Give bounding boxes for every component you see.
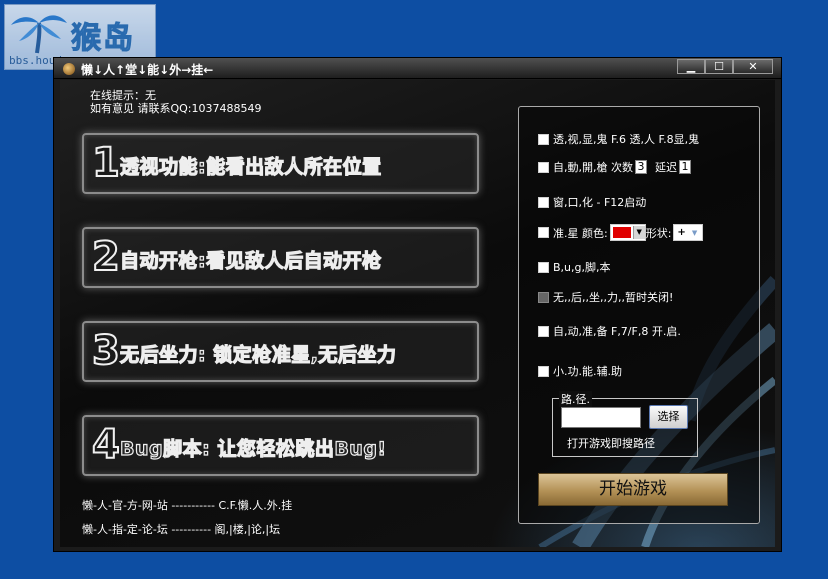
feature-card-wallhack: 1 透视功能:能看出敌人所在位置: [82, 133, 479, 194]
option-label: 窗,口,化 - F12启动: [553, 196, 647, 209]
small-tools-checkbox[interactable]: [538, 365, 549, 377]
maximize-button[interactable]: ☐: [705, 59, 733, 74]
chevron-down-icon: ▼: [691, 228, 698, 237]
shape-label: 形状:: [645, 226, 672, 240]
title-bar[interactable]: 懒↓人↑堂↓能↓外→挂← ▁ ☐ ✕: [54, 58, 781, 79]
option-auto-ready[interactable]: 自,动,准,备 F,7/F,8 开.启.: [538, 323, 681, 339]
option-label: 自,动,准,备 F,7/F,8 开.启.: [553, 325, 681, 338]
official-site-link[interactable]: 懒-人-官-方-网-站 ----------- C.F.懒.人.外.挂: [82, 497, 292, 513]
option-label: 无,,后,,坐,,力,,暂时关闭!: [553, 291, 674, 304]
feature-text: 透视功能:能看出敌人所在位置: [119, 155, 382, 178]
crosshair-checkbox[interactable]: [538, 227, 549, 238]
online-notice: 在线提示：无 如有意见 请联系QQ:1037488549: [90, 89, 262, 115]
feature-card-autofire: 2 自动开枪:看见敌人后自动开枪: [82, 227, 479, 288]
windowed-checkbox[interactable]: [538, 196, 549, 208]
watermark-brand: 猴岛: [71, 21, 135, 57]
feature-number: 4: [91, 422, 121, 468]
shape-value: +: [677, 227, 686, 238]
option-label: B,u,g,脚,本: [553, 261, 611, 274]
option-crosshair[interactable]: 准.星 颜色: ▼ 形状: + ▼: [538, 224, 704, 241]
crosshair-shape-select[interactable]: + ▼: [673, 224, 704, 241]
client-area: 在线提示：无 如有意见 请联系QQ:1037488549 1 透视功能:能看出敌…: [60, 80, 775, 547]
app-icon: [63, 63, 75, 75]
feature-text: Bug脚本: 让您轻松跳出Bug!: [119, 437, 387, 460]
close-button[interactable]: ✕: [733, 59, 773, 74]
feature-card-bugscript: 4 Bug脚本: 让您轻松跳出Bug!: [82, 415, 479, 476]
option-label: 小.功.能.辅.助: [553, 365, 622, 378]
path-group: 路.径. 选择 打开游戏即搜路径: [552, 391, 698, 457]
options-panel: 透,视,显,鬼 F.6 透,人 F.8显,鬼 自,動,開,槍 次数 3 延迟 1…: [518, 106, 760, 524]
notice-line-2: 如有意见 请联系QQ:1037488549: [90, 102, 262, 115]
option-norecoil: 无,,后,,坐,,力,,暂时关闭!: [538, 289, 673, 305]
option-small-tools[interactable]: 小.功.能.辅.助: [538, 363, 622, 379]
crosshair-color-select[interactable]: ▼: [609, 224, 646, 241]
fire-count-input[interactable]: 3: [635, 160, 647, 174]
option-label: 准.星 颜色:: [553, 226, 608, 240]
notice-line-1: 在线提示：无: [90, 89, 156, 102]
start-game-button[interactable]: 开始游戏: [538, 473, 728, 506]
option-autofire[interactable]: 自,動,開,槍 次数 3 延迟 1: [538, 159, 693, 175]
option-label: 透,视,显,鬼 F.6 透,人 F.8显,鬼: [553, 133, 700, 146]
path-hint: 打开游戏即搜路径: [567, 437, 655, 450]
wallhack-checkbox[interactable]: [538, 133, 549, 145]
auto-ready-checkbox[interactable]: [538, 325, 549, 337]
game-path-input[interactable]: [561, 407, 641, 428]
option-wallhack[interactable]: 透,视,显,鬼 F.6 透,人 F.8显,鬼: [538, 131, 699, 147]
path-legend: 路.径.: [559, 391, 592, 407]
feature-number: 2: [91, 234, 121, 280]
browse-button[interactable]: 选择: [649, 405, 688, 429]
delay-label: 延迟: [655, 161, 677, 174]
forum-link[interactable]: 懒-人-指-定-论-坛 ---------- 阁,|楼,|论,|坛: [82, 521, 280, 537]
app-window: 懒↓人↑堂↓能↓外→挂← ▁ ☐ ✕ 在线提示：无 如有意见 请联系QQ:103…: [53, 57, 782, 552]
fire-delay-input[interactable]: 1: [679, 160, 691, 174]
option-bug-script[interactable]: B,u,g,脚,本: [538, 259, 611, 275]
bug-script-checkbox[interactable]: [538, 261, 549, 273]
feature-text: 自动开枪:看见敌人后自动开枪: [119, 249, 382, 272]
feature-text: 无后坐力: 锁定枪准星,无后坐力: [119, 343, 397, 366]
autofire-checkbox[interactable]: [538, 161, 549, 173]
palm-tree-icon: [11, 15, 67, 54]
window-title: 懒↓人↑堂↓能↓外→挂←: [81, 63, 214, 77]
option-label: 自,動,開,槍 次数: [553, 161, 633, 174]
option-windowed[interactable]: 窗,口,化 - F12启动: [538, 194, 646, 210]
norecoil-checkbox-disabled: [538, 291, 549, 303]
minimize-button[interactable]: ▁: [677, 59, 705, 74]
color-swatch: [612, 227, 631, 238]
feature-number: 3: [91, 328, 121, 374]
chevron-down-icon: ▼: [632, 226, 645, 239]
feature-card-norecoil: 3 无后坐力: 锁定枪准星,无后坐力: [82, 321, 479, 382]
feature-number: 1: [91, 140, 121, 186]
